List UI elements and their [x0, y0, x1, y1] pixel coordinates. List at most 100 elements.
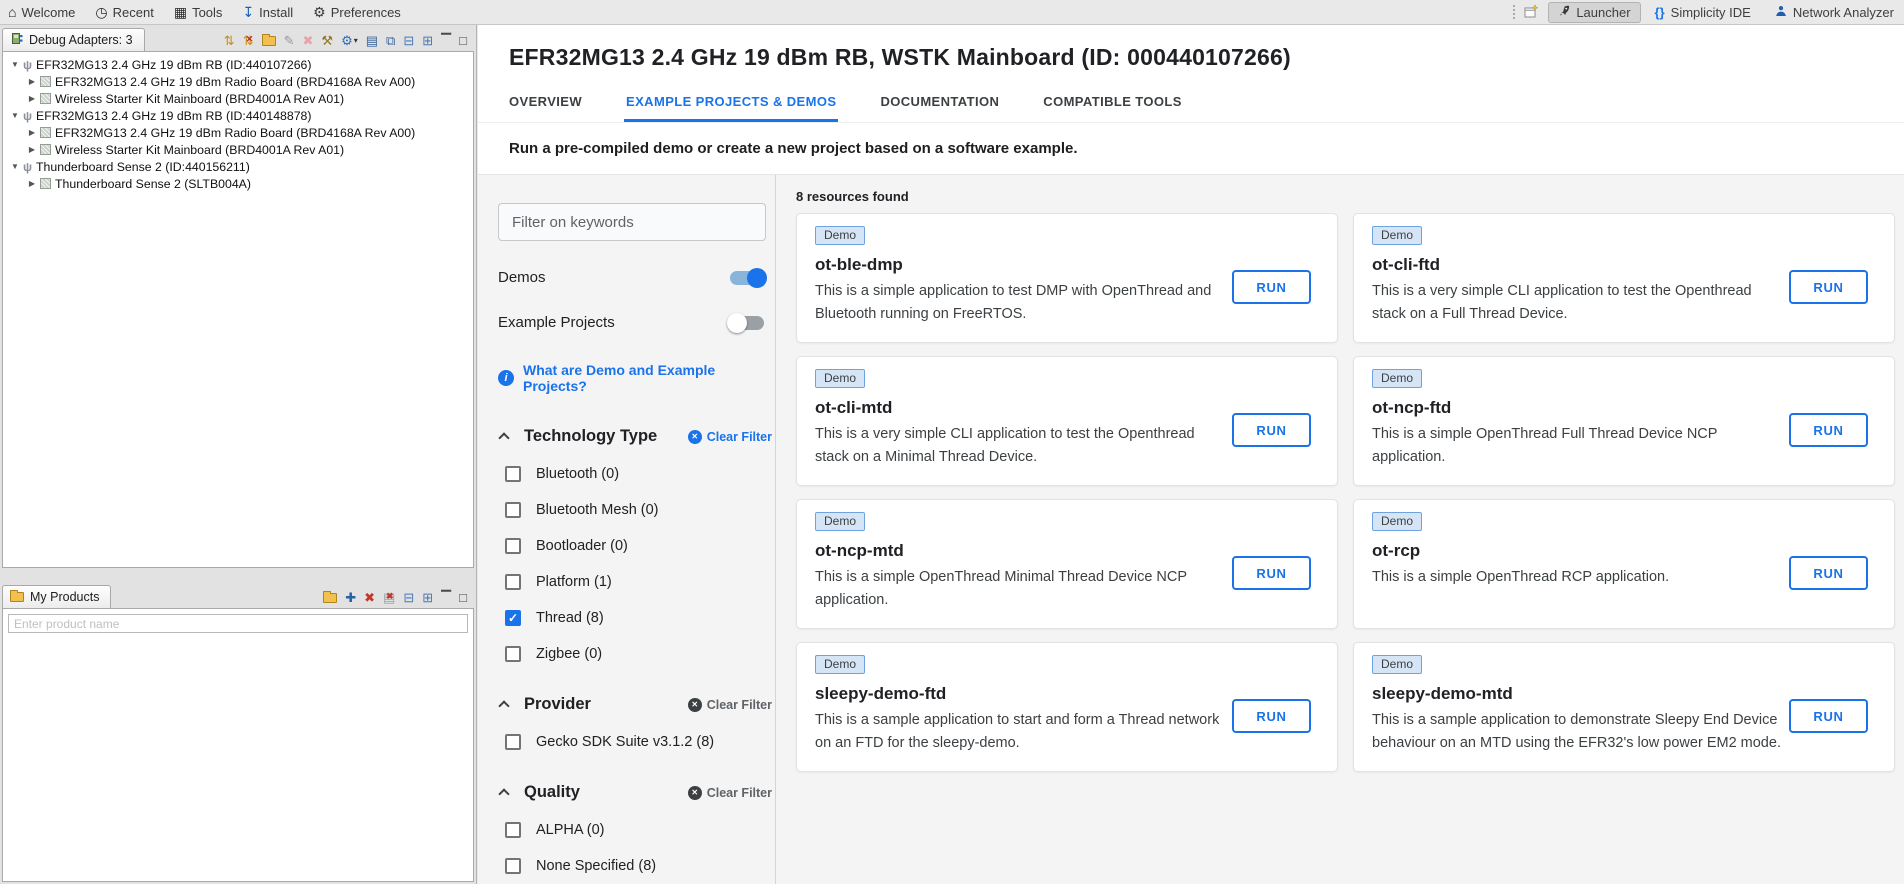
filter-sections: Technology Type Clear Filter Bluetooth (… [498, 427, 775, 884]
checkbox[interactable] [505, 466, 521, 482]
collapse-all-icon[interactable]: ⊟ [403, 591, 414, 604]
folder-icon [10, 592, 24, 602]
tree-item[interactable]: ▶ Wireless Starter Kit Mainboard (BRD400… [3, 90, 473, 107]
debug-adapters-tab[interactable]: Debug Adapters: 3 [2, 28, 145, 51]
menu-item-tools[interactable]: ▦ Tools [174, 5, 223, 20]
tree-expand-arrow-icon[interactable]: ▶ [26, 179, 38, 188]
tree-expand-arrow-icon[interactable]: ▶ [26, 94, 38, 103]
filter-sidebar: Demos Example Projects i What are Demo a… [478, 175, 776, 884]
filter-option-bluetooth-mesh-0[interactable]: Bluetooth Mesh (0) [498, 502, 775, 518]
filter-option-bootloader-0[interactable]: Bootloader (0) [498, 538, 775, 554]
connect-icon[interactable]: ⇅ [224, 34, 235, 47]
menu-item-preferences[interactable]: ⚙ Preferences [313, 5, 401, 20]
tab-example-projects-demos[interactable]: EXAMPLE PROJECTS & DEMOS [626, 94, 836, 122]
cards-grid: Demo ot-ble-dmp This is a simple applica… [796, 213, 1895, 772]
table-view-icon[interactable]: ▤ [366, 34, 378, 47]
checkbox[interactable] [505, 858, 521, 874]
copy-view-icon[interactable]: ⧉ [386, 34, 395, 47]
run-button[interactable]: RUN [1789, 699, 1868, 733]
clear-filter-button[interactable]: Clear Filter [688, 786, 772, 800]
tree-item[interactable]: ▶ EFR32MG13 2.4 GHz 19 dBm Radio Board (… [3, 73, 473, 90]
checkbox[interactable] [505, 538, 521, 554]
maximize-icon[interactable]: □ [459, 34, 467, 47]
expand-all-icon[interactable]: ⊞ [422, 34, 433, 47]
new-folder-icon[interactable] [262, 36, 276, 46]
keyword-filter-input[interactable] [498, 203, 766, 241]
toolbar-separator [1513, 5, 1515, 19]
run-button[interactable]: RUN [1232, 699, 1311, 733]
menu-item-recent[interactable]: ◷ Recent [95, 5, 153, 20]
run-button[interactable]: RUN [1232, 413, 1311, 447]
chevron-up-icon[interactable] [498, 432, 509, 443]
minimize-icon[interactable]: ▔ [441, 34, 451, 47]
filter-option-gecko-sdk-suite-v3-1-2-8[interactable]: Gecko SDK Suite v3.1.2 (8) [498, 734, 775, 750]
tree-collapse-arrow-icon[interactable]: ▼ [9, 162, 21, 171]
tab-compatible-tools[interactable]: COMPATIBLE TOOLS [1043, 94, 1182, 122]
tree-item[interactable]: ▼ ψ EFR32MG13 2.4 GHz 19 dBm RB (ID:4401… [3, 56, 473, 73]
tree-item[interactable]: ▼ ψ Thunderboard Sense 2 (ID:440156211) [3, 158, 473, 175]
minimize-icon[interactable]: ▔ [441, 591, 451, 604]
tree-collapse-arrow-icon[interactable]: ▼ [9, 60, 21, 69]
menu-item-welcome[interactable]: ⌂ Welcome [8, 5, 75, 20]
tree-item[interactable]: ▶ Thunderboard Sense 2 (SLTB004A) [3, 175, 473, 192]
edit-icon[interactable]: ✎ [284, 34, 295, 47]
checkbox[interactable] [505, 822, 521, 838]
checkbox[interactable] [505, 610, 521, 626]
perspective-launcher[interactable]: Launcher [1548, 2, 1640, 23]
tree-item[interactable]: ▼ ψ EFR32MG13 2.4 GHz 19 dBm RB (ID:4401… [3, 107, 473, 124]
tab-overview[interactable]: OVERVIEW [509, 94, 582, 122]
gear-dropdown-icon[interactable]: ⚙▾ [341, 34, 358, 47]
delete-red-icon[interactable]: ✖ [364, 591, 375, 604]
run-button[interactable]: RUN [1232, 556, 1311, 590]
my-products-tab[interactable]: My Products [2, 585, 111, 608]
filter-option-alpha-0[interactable]: ALPHA (0) [498, 822, 775, 838]
tools-icon[interactable]: ⚒ [321, 34, 333, 47]
collapse-all-icon[interactable]: ⊟ [403, 34, 414, 47]
open-perspective-icon[interactable] [1524, 4, 1539, 21]
demo-help-link[interactable]: What are Demo and Example Projects? [523, 362, 775, 394]
perspective-network-analyzer[interactable]: Network Analyzer [1765, 2, 1904, 23]
filter-option-bluetooth-0[interactable]: Bluetooth (0) [498, 466, 775, 482]
checkbox[interactable] [505, 574, 521, 590]
filter-option-none-specified-8[interactable]: None Specified (8) [498, 858, 775, 874]
toggle-demos[interactable] [730, 271, 764, 285]
download-icon: ↧ [242, 5, 254, 19]
checkbox[interactable] [505, 502, 521, 518]
remove-doc-icon[interactable]: ▤✖ [383, 591, 395, 604]
run-button[interactable]: RUN [1789, 556, 1868, 590]
clear-filter-button[interactable]: Clear Filter [688, 698, 772, 712]
run-button[interactable]: RUN [1232, 270, 1311, 304]
panel-title: My Products [30, 590, 99, 604]
checkbox[interactable] [505, 646, 521, 662]
tree-expand-arrow-icon[interactable]: ▶ [26, 128, 38, 137]
expand-all-icon[interactable]: ⊞ [422, 591, 433, 604]
toggle-example-projects[interactable] [730, 316, 764, 330]
filter-option-platform-1[interactable]: Platform (1) [498, 574, 775, 590]
tree-item[interactable]: ▶ Wireless Starter Kit Mainboard (BRD400… [3, 141, 473, 158]
chevron-up-icon[interactable] [498, 700, 509, 711]
tree-expand-arrow-icon[interactable]: ▶ [26, 77, 38, 86]
add-icon[interactable]: ✚ [345, 591, 356, 604]
run-button[interactable]: RUN [1789, 413, 1868, 447]
delete-icon[interactable]: ✖ [303, 34, 314, 47]
tree-item[interactable]: ▶ EFR32MG13 2.4 GHz 19 dBm Radio Board (… [3, 124, 473, 141]
tab-documentation[interactable]: DOCUMENTATION [880, 94, 999, 122]
new-folder-icon[interactable] [323, 593, 337, 603]
tree-expand-arrow-icon[interactable]: ▶ [26, 145, 38, 154]
filter-option-zigbee-0[interactable]: Zigbee (0) [498, 646, 775, 662]
help-row: i What are Demo and Example Projects? [498, 362, 775, 394]
run-button[interactable]: RUN [1789, 270, 1868, 304]
checkbox[interactable] [505, 734, 521, 750]
disconnect-icon[interactable]: ⇅✕ [243, 34, 254, 47]
maximize-icon[interactable]: □ [459, 591, 467, 604]
filter-option-thread-8[interactable]: Thread (8) [498, 610, 775, 626]
tree-collapse-arrow-icon[interactable]: ▼ [9, 111, 21, 120]
chevron-up-icon[interactable] [498, 788, 509, 799]
results-area: 8 resources found Demo ot-ble-dmp This i… [776, 175, 1904, 884]
filter-section-provider: Provider Clear Filter Gecko SDK Suite v3… [498, 695, 775, 750]
clear-filter-button[interactable]: Clear Filter [688, 430, 772, 444]
product-search-input[interactable] [8, 614, 468, 633]
info-icon: i [498, 370, 514, 386]
perspective-simplicity-ide[interactable]: {} Simplicity IDE [1645, 2, 1761, 23]
menu-item-install[interactable]: ↧ Install [242, 5, 293, 20]
